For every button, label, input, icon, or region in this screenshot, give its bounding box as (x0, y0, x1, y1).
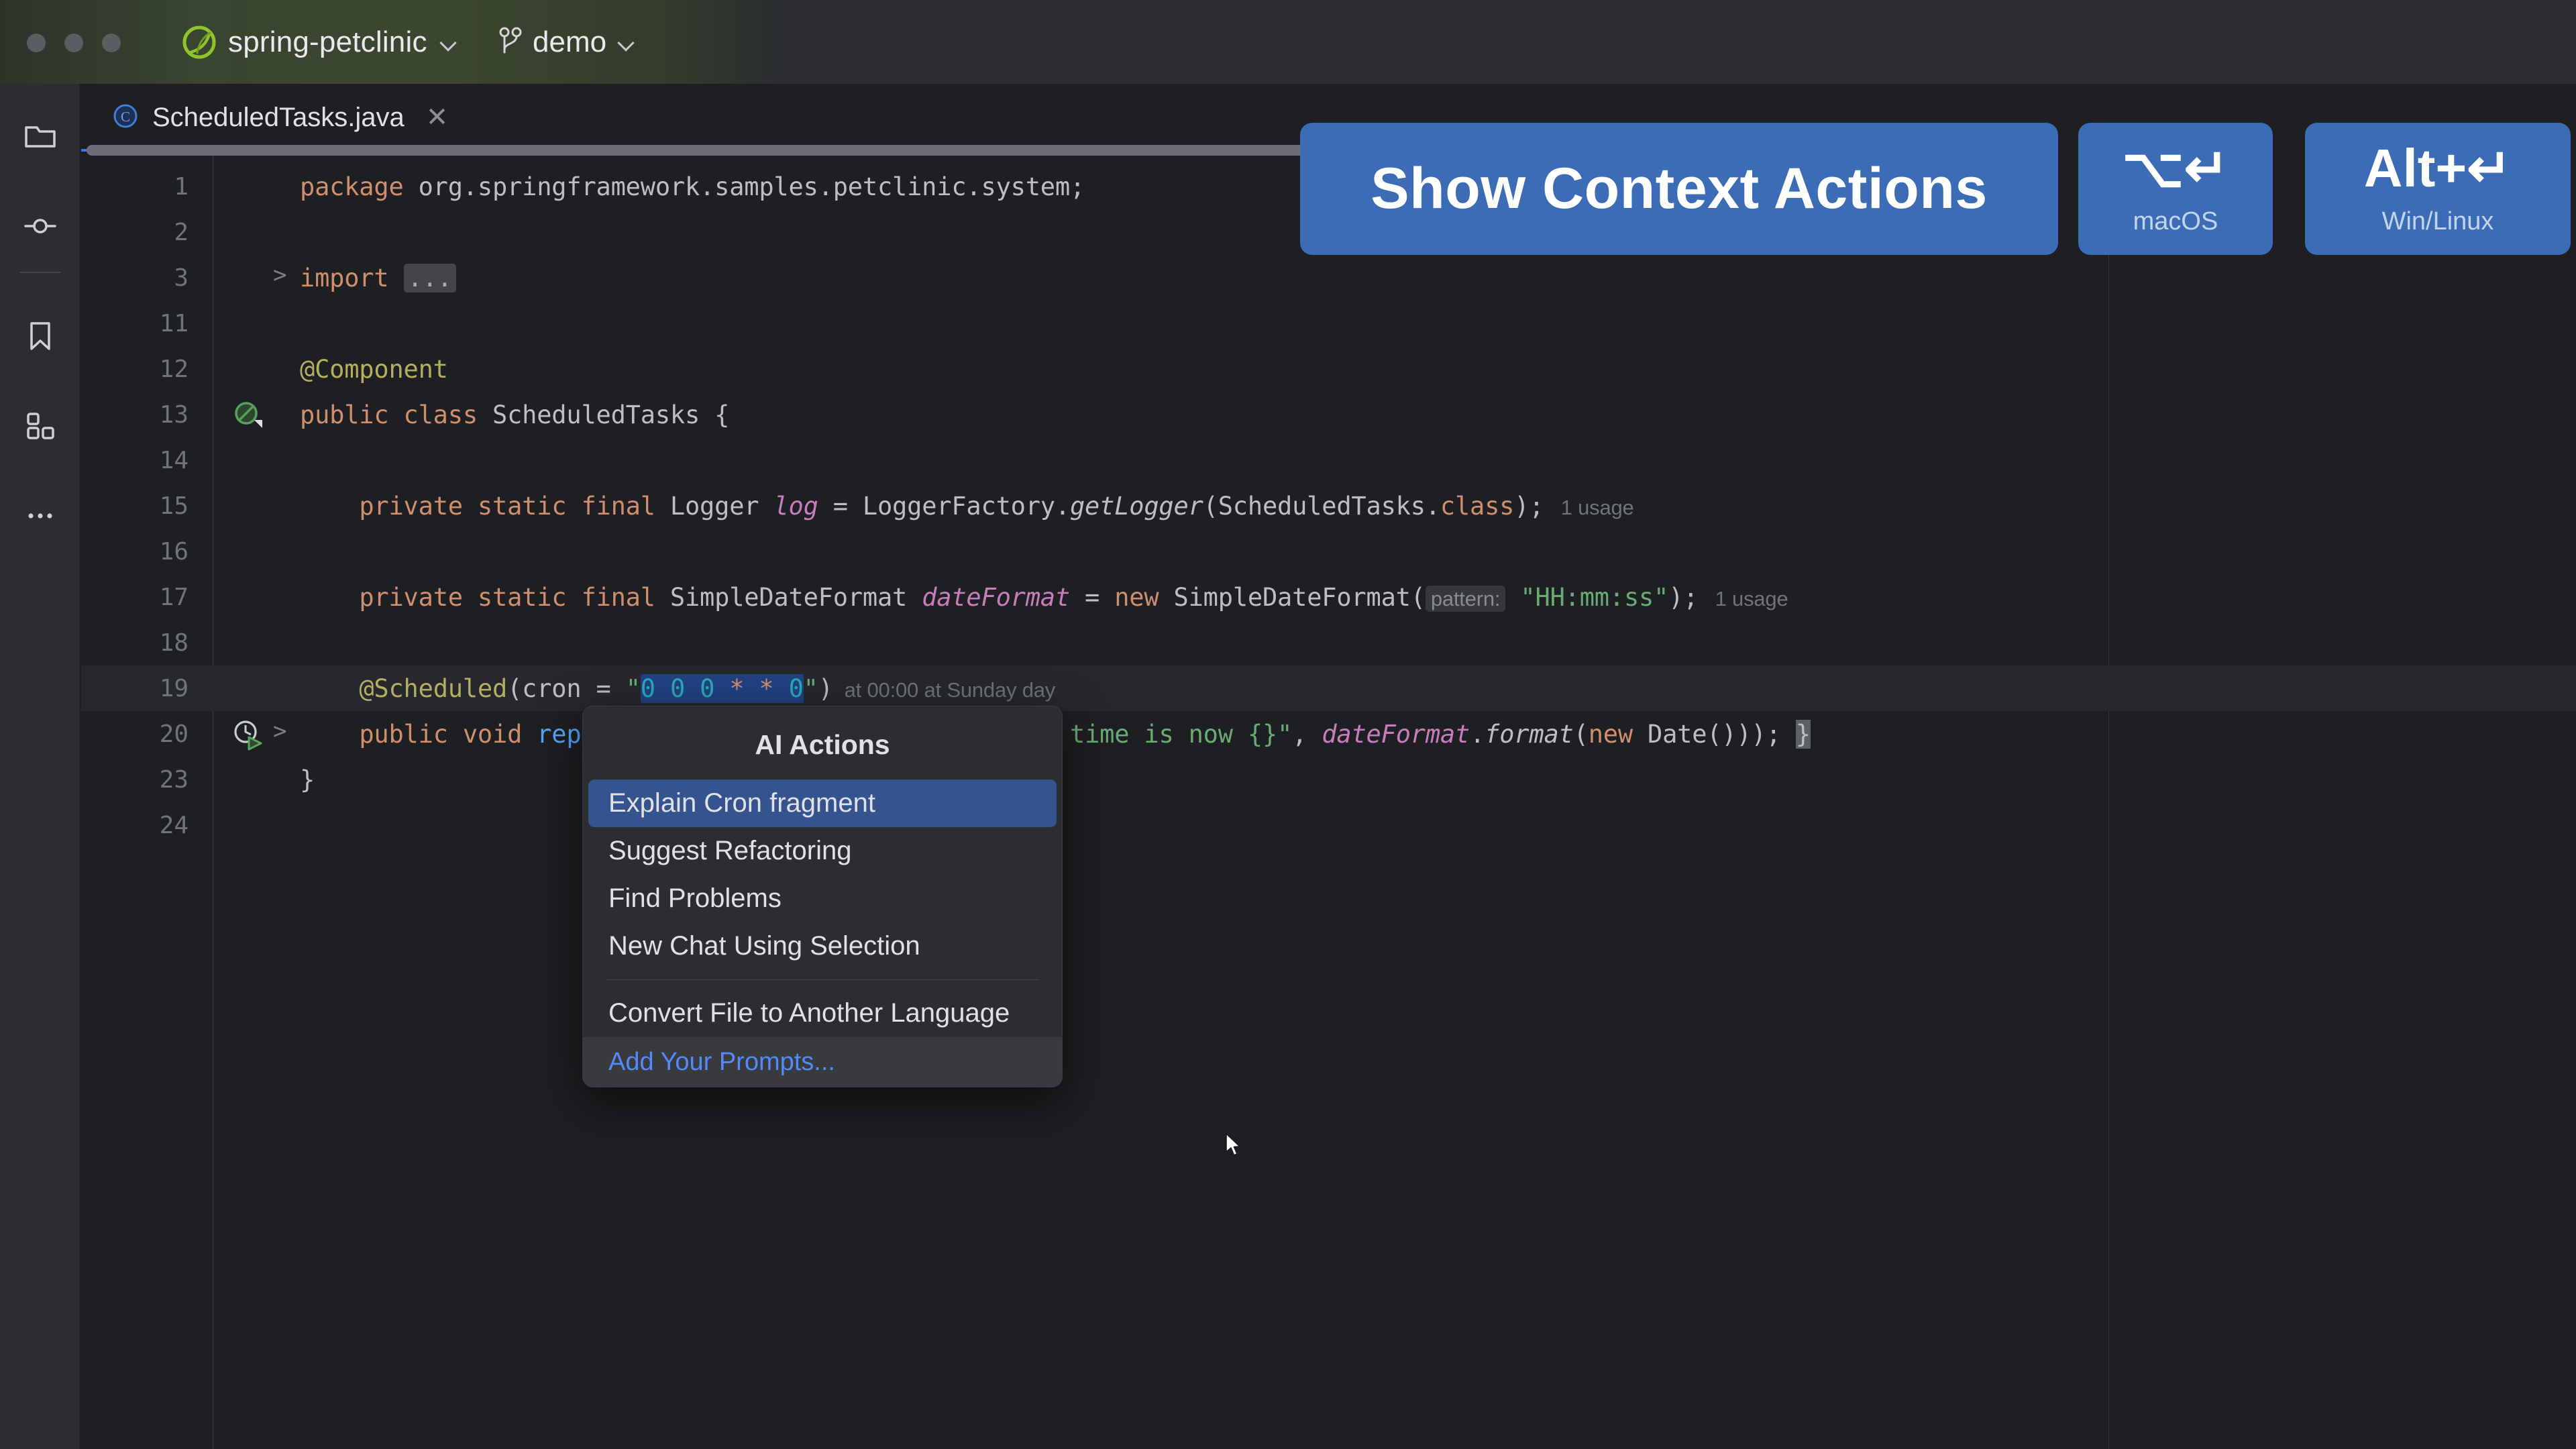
code-text: @Component (300, 354, 448, 384)
line-number: 20 (159, 720, 189, 748)
add-your-prompts-label[interactable]: Add Your Prompts... (608, 1048, 835, 1077)
line-number: 3 (174, 264, 189, 292)
window-controls[interactable] (27, 34, 121, 52)
code-line[interactable]: 19 @Scheduled(cron = "0 0 0 * * 0") at 0… (81, 665, 2576, 711)
close-icon[interactable]: ✕ (426, 104, 449, 131)
popup-menu-item[interactable]: New Chat Using Selection (583, 922, 1062, 970)
ide-window: spring-petclinic demo C ScheduledTasks.j… (0, 0, 2576, 1449)
code-text: public class ScheduledTasks { (300, 400, 730, 429)
branch-selector[interactable]: demo (490, 19, 644, 66)
code-text: import ... (300, 263, 456, 292)
left-tool-stripe (0, 84, 80, 1449)
structure-icon (26, 413, 54, 439)
line-number: 16 (159, 537, 189, 566)
ai-actions-popup[interactable]: AI Actions Explain Cron fragment Suggest … (582, 706, 1063, 1087)
popup-menu-item[interactable]: Find Problems (583, 875, 1062, 922)
code-line[interactable]: 24 (81, 802, 2576, 848)
line-number: 23 (159, 765, 189, 794)
close-window-button[interactable] (27, 34, 46, 52)
code-line[interactable]: 23} (81, 757, 2576, 802)
java-class-icon: C (111, 101, 140, 134)
branch-name: demo (533, 25, 607, 58)
code-text: } (300, 765, 315, 794)
tab-scheduled-tasks[interactable]: C ScheduledTasks.java ✕ (81, 84, 469, 151)
chevron-down-icon[interactable] (439, 34, 457, 51)
shortcut-keys-macos: ⌥↵ (2122, 138, 2229, 198)
stripe-divider (19, 272, 60, 273)
line-number: 14 (159, 446, 189, 474)
code-line[interactable]: 12 @Component (81, 346, 2576, 392)
chevron-down-icon[interactable] (617, 34, 635, 51)
project-name: spring-petclinic (228, 25, 427, 58)
popup-menu-item[interactable]: Convert File to Another Language (583, 989, 1062, 1037)
spring-bean-icon[interactable] (230, 397, 265, 432)
line-number: 19 (159, 674, 189, 702)
line-number: 13 (159, 400, 189, 429)
shortcut-badge-macos: ⌥↵ macOS (2078, 123, 2273, 255)
add-your-prompts-row[interactable]: Add Your Prompts... (583, 1037, 1062, 1087)
code-line[interactable]: 20> public void reportCurrentTime() { lo… (81, 711, 2576, 757)
line-number: 24 (159, 811, 189, 839)
code-line[interactable]: 11 (81, 301, 2576, 346)
code-text: private static final Logger log = Logger… (359, 491, 1634, 521)
bookmark-icon (30, 322, 50, 350)
line-number: 1 (174, 172, 189, 201)
code-text: private static final SimpleDateFormat da… (359, 582, 1788, 612)
code-line[interactable]: 13 public class ScheduledTasks { (81, 392, 2576, 437)
show-context-actions-label: Show Context Actions (1371, 156, 1988, 221)
code-line[interactable]: 18 (81, 620, 2576, 665)
sidebar-item-more[interactable] (7, 482, 74, 549)
shortcut-os-winlinux: Win/Linux (2381, 207, 2494, 235)
spring-bean-icon (235, 402, 262, 428)
line-number: 12 (159, 355, 189, 383)
shortcut-keys-winlinux: Alt+↵ (2363, 138, 2512, 198)
minimize-window-button[interactable] (64, 34, 83, 52)
folder-icon (24, 126, 56, 148)
more-dots-icon (28, 513, 52, 519)
sidebar-item-bookmarks[interactable] (7, 303, 74, 370)
code-text: package org.springframework.samples.petc… (300, 172, 1085, 201)
fold-arrow-icon[interactable]: > (273, 264, 288, 286)
svg-text:C: C (121, 109, 130, 125)
line-number: 17 (159, 583, 189, 611)
scheduled-run-icon[interactable] (230, 716, 265, 751)
popup-secondary-list: Convert File to Another Language (583, 989, 1062, 1037)
show-context-actions-banner: Show Context Actions (1300, 123, 2058, 255)
line-number: 11 (159, 309, 189, 337)
popup-item-list: Explain Cron fragment Suggest Refactoring… (583, 780, 1062, 970)
scheduled-run-icon (234, 720, 262, 751)
popup-menu-item[interactable]: Explain Cron fragment (588, 780, 1057, 827)
code-line[interactable]: 16 (81, 529, 2576, 574)
shortcut-os-macos: macOS (2133, 207, 2218, 235)
code-lines: 1 package org.springframework.samples.pet… (81, 164, 2576, 848)
spring-leaf-icon (182, 25, 216, 59)
sidebar-item-project[interactable] (7, 103, 74, 170)
fold-arrow-icon[interactable]: > (273, 720, 288, 743)
title-bar: spring-petclinic demo (0, 0, 2576, 84)
project-selector[interactable]: spring-petclinic (173, 19, 466, 66)
shortcut-badge-winlinux: Alt+↵ Win/Linux (2305, 123, 2571, 255)
mouse-cursor (1225, 1132, 1242, 1158)
popup-menu-item[interactable]: Suggest Refactoring (583, 827, 1062, 875)
tab-label: ScheduledTasks.java (152, 102, 405, 132)
line-number: 18 (159, 629, 189, 657)
popup-title: AI Actions (755, 729, 890, 760)
code-line[interactable]: 17 private static final SimpleDateFormat… (81, 574, 2576, 620)
popup-divider (606, 979, 1039, 980)
code-line[interactable]: 15 private static final Logger log = Log… (81, 483, 2576, 529)
code-editor[interactable]: 1 package org.springframework.samples.pet… (81, 145, 2576, 1449)
code-text: @Scheduled(cron = "0 0 0 * * 0") at 00:0… (359, 674, 1056, 703)
sidebar-item-commit[interactable] (7, 193, 74, 260)
git-branch-icon (499, 25, 522, 60)
zoom-window-button[interactable] (102, 34, 121, 52)
sidebar-item-structure[interactable] (7, 392, 74, 460)
commit-icon (23, 219, 56, 233)
line-number: 2 (174, 218, 189, 246)
code-line[interactable]: 14 (81, 437, 2576, 483)
code-line[interactable]: 3 > import ... (81, 255, 2576, 301)
line-number: 15 (159, 492, 189, 520)
